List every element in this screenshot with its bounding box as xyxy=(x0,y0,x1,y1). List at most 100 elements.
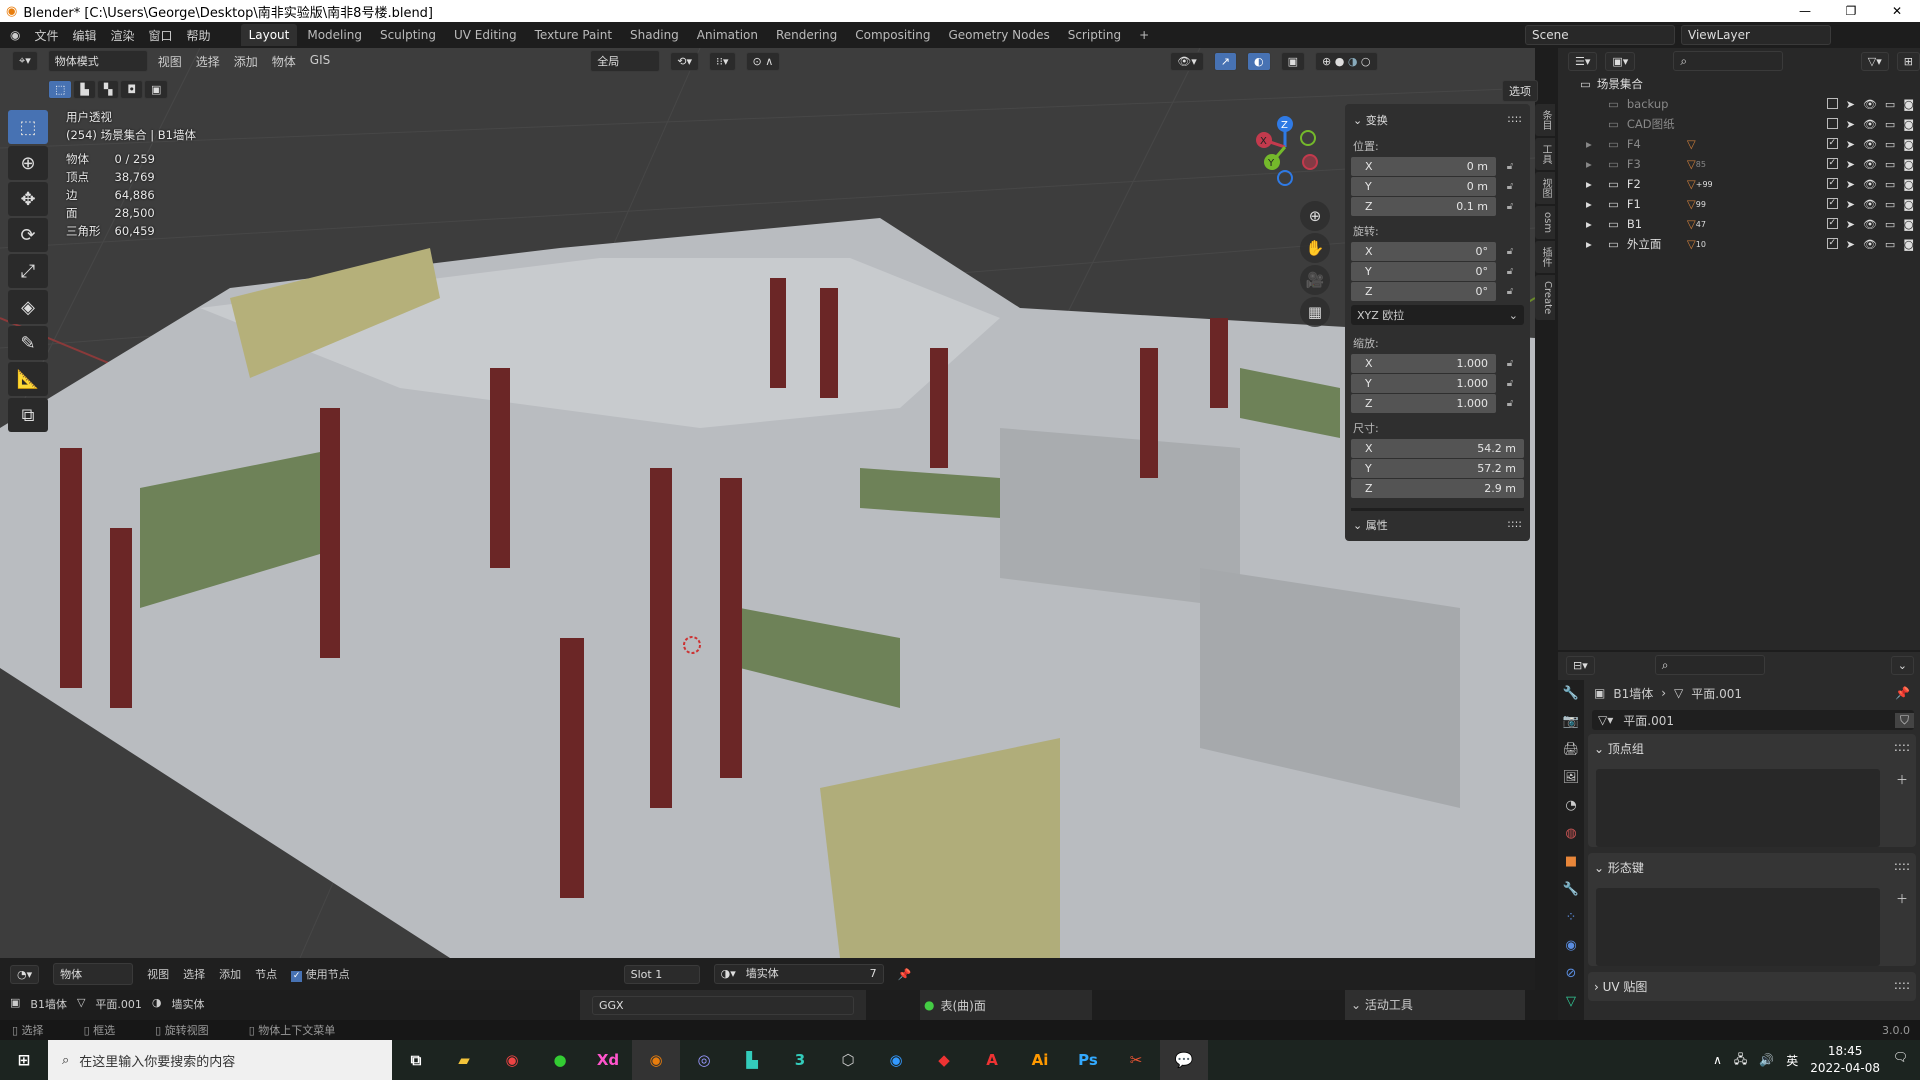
tray-expand-icon[interactable]: ∧ xyxy=(1713,1053,1722,1067)
transform-field[interactable]: Z 2.9 m xyxy=(1351,479,1524,498)
sidebar-tab[interactable]: 工具 xyxy=(1535,138,1555,170)
output-tab-icon[interactable]: 🖨 xyxy=(1558,736,1584,764)
task-view-icon[interactable]: ⧉ xyxy=(392,1040,440,1080)
rotate-tool[interactable]: ⟳ xyxy=(8,218,48,252)
vertex-groups-header[interactable]: ⌄ 顶点组:::: xyxy=(1588,734,1916,763)
exclude-checkbox[interactable]: ✓ xyxy=(1826,217,1838,229)
shader-menu-item[interactable]: 添加 xyxy=(219,966,241,982)
viewport-icon[interactable]: ▭ xyxy=(1885,98,1895,111)
viewport-menu-item[interactable]: 视图 xyxy=(158,53,182,70)
maximize-button[interactable]: ❐ xyxy=(1828,0,1874,22)
scene-collection-row[interactable]: ▭ 场景集合 xyxy=(1558,74,1920,94)
select-extend-button[interactable]: ▙ xyxy=(73,80,96,99)
physics-tab-icon[interactable]: ◉ xyxy=(1558,932,1584,960)
shader-node-area[interactable]: ▣ B1墙体 ▽ 平面.001 ◑ 墙实体 GGX ● 表(曲)面 ⌄ 活动工具 xyxy=(0,990,1535,1020)
app-circle-icon[interactable]: ◎ xyxy=(680,1040,728,1080)
tab-workspace[interactable]: Modeling xyxy=(299,24,370,46)
proportional-edit-button[interactable]: ⊙ ∧ xyxy=(745,51,781,71)
lock-icon[interactable]: 🔓︎ xyxy=(1496,181,1524,192)
navigation-gizmo[interactable]: Z X Y ⊕ ✋ 🎥 ▦ xyxy=(1250,112,1330,329)
select-icon[interactable]: ➤ xyxy=(1846,138,1855,151)
lock-icon[interactable]: 🔓︎ xyxy=(1496,358,1524,369)
pivot-button[interactable]: ⟲▾ xyxy=(670,51,699,71)
xray-toggle[interactable]: ▣ xyxy=(1280,51,1306,71)
world-tab-icon[interactable]: ◍ xyxy=(1558,820,1584,848)
select-new-button[interactable]: ⬚ xyxy=(48,80,73,99)
expand-arrow-icon[interactable] xyxy=(1586,97,1600,111)
ime-indicator[interactable]: 英 xyxy=(1786,1052,1798,1069)
outliner-item[interactable]: ▭ CAD图纸 ➤ 👁︎ ▭ ◙ xyxy=(1558,114,1920,134)
blender-menu-icon[interactable]: ◉ xyxy=(10,28,20,42)
expand-arrow-icon[interactable]: ▸ xyxy=(1586,157,1600,171)
shape-keys-list[interactable]: ＋ xyxy=(1596,888,1908,966)
outliner-item[interactable]: ▸ ▭ F3 ▽ 85 ✓ ➤ 👁︎ ▭ ◙ xyxy=(1558,154,1920,174)
view-layer-filter-button[interactable]: ▣▾ xyxy=(1605,51,1636,71)
expand-arrow-icon[interactable]: ▸ xyxy=(1586,137,1600,151)
transform-field[interactable]: X 0 m xyxy=(1351,157,1496,176)
tab-workspace[interactable]: Rendering xyxy=(768,24,845,46)
mode-dropdown[interactable]: 物体模式 xyxy=(47,50,148,72)
tab-workspace[interactable]: + xyxy=(1131,24,1157,46)
eye-icon[interactable]: 👁︎ xyxy=(1863,158,1877,171)
app-hex-icon[interactable]: ⬡ xyxy=(824,1040,872,1080)
render-icon[interactable]: ◙ xyxy=(1903,178,1914,191)
notification-icon[interactable]: 🗨 xyxy=(1893,1050,1908,1064)
select-icon[interactable]: ➤ xyxy=(1846,198,1855,211)
object-tab-icon[interactable]: ■ xyxy=(1558,848,1584,876)
lock-icon[interactable]: 🔓︎ xyxy=(1496,246,1524,257)
select-icon[interactable]: ➤ xyxy=(1846,238,1855,251)
eye-icon[interactable]: 👁︎ xyxy=(1863,238,1877,251)
sidebar-tab[interactable]: 条目 xyxy=(1535,104,1555,136)
camera-icon[interactable]: 🎥 xyxy=(1300,265,1330,295)
exclude-checkbox[interactable]: ✓ xyxy=(1826,157,1838,169)
editor-type-button[interactable]: ⌖▾ xyxy=(12,51,38,71)
menu-item[interactable]: 帮助 xyxy=(187,27,211,44)
render-icon[interactable]: ◙ xyxy=(1903,238,1914,251)
lock-icon[interactable]: 🔓︎ xyxy=(1496,398,1524,409)
expand-arrow-icon[interactable]: ▸ xyxy=(1586,237,1600,251)
transform-field[interactable]: Z 1.000 xyxy=(1351,394,1496,413)
filter-icon[interactable]: ▽▾ xyxy=(1860,51,1889,71)
lock-icon[interactable]: 🔓︎ xyxy=(1496,378,1524,389)
render-icon[interactable]: ◙ xyxy=(1903,98,1914,111)
socket-icon[interactable]: ● xyxy=(924,998,934,1012)
viewport-menu-item[interactable]: 选择 xyxy=(196,53,220,70)
exclude-checkbox[interactable]: ✓ xyxy=(1826,177,1838,189)
viewport-icon[interactable]: ▭ xyxy=(1885,158,1895,171)
shape-keys-header[interactable]: ⌄ 形态键:::: xyxy=(1588,853,1916,882)
transform-field[interactable]: X 1.000 xyxy=(1351,354,1496,373)
overlay-toggle[interactable]: ◐ xyxy=(1247,51,1271,71)
breadcrumb-item[interactable]: 平面.001 xyxy=(95,996,142,1012)
outliner-item[interactable]: ▸ ▭ F2 ▽ +99 ✓ ➤ 👁︎ ▭ ◙ xyxy=(1558,174,1920,194)
scale-tool[interactable]: ⤢ xyxy=(8,254,48,288)
menu-item[interactable]: 文件 xyxy=(34,27,58,44)
add-cube-tool[interactable]: ⧉ xyxy=(8,398,48,432)
select-icon[interactable]: ➤ xyxy=(1846,118,1855,131)
outliner-item[interactable]: ▭ backup ➤ 👁︎ ▭ ◙ xyxy=(1558,94,1920,114)
tab-workspace[interactable]: UV Editing xyxy=(446,24,525,46)
menu-item[interactable]: 渲染 xyxy=(111,27,135,44)
tab-workspace[interactable]: Layout xyxy=(240,24,298,46)
fake-user-icon[interactable]: ⛉ xyxy=(1894,712,1914,728)
expand-arrow-icon[interactable]: ▸ xyxy=(1586,177,1600,191)
cursor-tool[interactable]: ⊕ xyxy=(8,146,48,180)
tab-workspace[interactable]: Texture Paint xyxy=(527,24,620,46)
exclude-checkbox[interactable]: ✓ xyxy=(1826,137,1838,149)
tab-workspace[interactable]: Scripting xyxy=(1060,24,1129,46)
outliner-item[interactable]: ▸ ▭ 外立面 ▽ 10 ✓ ➤ 👁︎ ▭ ◙ xyxy=(1558,234,1920,254)
sidebar-tab[interactable]: Create xyxy=(1535,275,1555,321)
viewport-icon[interactable]: ▭ xyxy=(1885,238,1895,251)
network-icon[interactable]: 🖧 xyxy=(1734,1050,1747,1071)
select-invert-button[interactable]: ◘ xyxy=(120,80,144,99)
breadcrumb-item[interactable]: 墙实体 xyxy=(172,996,205,1012)
view-layer-tab-icon[interactable]: 🖼 xyxy=(1558,764,1584,792)
eye-icon[interactable]: 👁︎ xyxy=(1863,178,1877,191)
measure-tool[interactable]: 📐 xyxy=(8,362,48,396)
sidebar-tab[interactable]: osm xyxy=(1535,206,1555,240)
zoom-icon[interactable]: ⊕ xyxy=(1300,201,1330,231)
properties-panel-header[interactable]: ⌄ 属性 xyxy=(1353,517,1388,533)
outliner-item[interactable]: ▸ ▭ B1 ▽ 47 ✓ ➤ 👁︎ ▭ ◙ xyxy=(1558,214,1920,234)
viewport-icon[interactable]: ▭ xyxy=(1885,138,1895,151)
app-scissors-icon[interactable]: ✂ xyxy=(1112,1040,1160,1080)
material-field[interactable]: ◑▾ 墙实体 7 xyxy=(713,964,884,984)
